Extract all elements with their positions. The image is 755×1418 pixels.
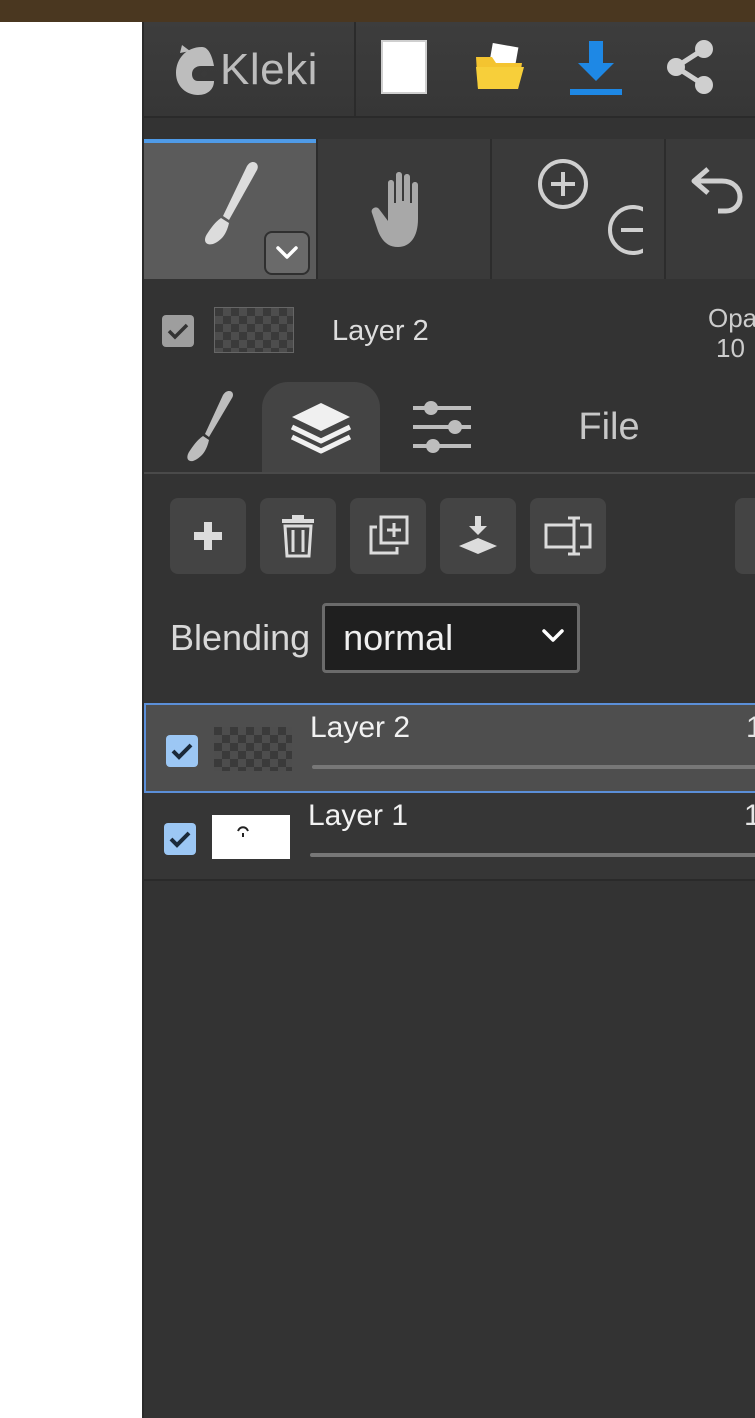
folder-icon bbox=[476, 43, 524, 89]
duplicate-layer-button[interactable] bbox=[350, 498, 426, 574]
chevron-down-icon bbox=[276, 246, 298, 259]
header-separator bbox=[354, 22, 356, 116]
blending-select[interactable]: normal bbox=[322, 603, 581, 673]
current-layer-name: Layer 2 bbox=[332, 315, 429, 347]
layer-opacity-slider[interactable] bbox=[312, 765, 755, 769]
share-button[interactable] bbox=[660, 36, 720, 98]
add-layer-button[interactable] bbox=[170, 498, 246, 574]
undo-icon bbox=[691, 167, 743, 214]
layer-opacity-slider[interactable] bbox=[310, 853, 755, 857]
blending-label: Blending bbox=[170, 617, 311, 658]
tab-file[interactable]: File bbox=[544, 382, 674, 472]
open-file-button[interactable] bbox=[470, 36, 530, 98]
kleki-logo[interactable]: Kleki bbox=[168, 40, 318, 100]
browser-top-strip bbox=[0, 0, 755, 22]
logo-text: Kleki bbox=[220, 45, 318, 94]
layer-name: Layer 1 bbox=[308, 799, 409, 832]
checkmark-icon bbox=[171, 743, 193, 760]
rename-layer-button[interactable] bbox=[530, 498, 606, 574]
plus-icon bbox=[194, 522, 222, 550]
kleki-logo-icon bbox=[176, 45, 214, 95]
drawing-canvas[interactable] bbox=[0, 22, 142, 1418]
layer-visibility-checkbox[interactable] bbox=[164, 823, 196, 855]
layer-opacity-value: 1 bbox=[746, 711, 755, 745]
tab-adjust[interactable] bbox=[392, 382, 492, 472]
current-layer-visibility-checkbox[interactable] bbox=[162, 315, 194, 347]
current-layer-opacity[interactable]: Opa 10 bbox=[708, 303, 755, 363]
sliders-icon bbox=[413, 401, 471, 453]
chevron-down-icon bbox=[542, 629, 564, 642]
current-layer-thumbnail bbox=[214, 307, 294, 353]
tool-row bbox=[144, 139, 755, 279]
checkmark-icon bbox=[169, 831, 191, 848]
undo-button[interactable] bbox=[666, 139, 755, 279]
merge-down-button[interactable] bbox=[440, 498, 516, 574]
brush-tool-icon bbox=[205, 162, 258, 245]
layer-visibility-checkbox[interactable] bbox=[166, 735, 198, 767]
trash-icon bbox=[282, 515, 314, 558]
sketch-mark-icon bbox=[237, 826, 249, 837]
hand-icon bbox=[371, 172, 418, 247]
layer-thumbnail bbox=[214, 727, 292, 771]
delete-layer-button[interactable] bbox=[260, 498, 336, 574]
layer-name: Layer 2 bbox=[310, 711, 411, 744]
brush-icon bbox=[187, 391, 233, 462]
blending-row: Blending normal bbox=[170, 602, 581, 674]
duplicate-icon bbox=[369, 515, 409, 555]
panel-tabs: File bbox=[144, 378, 755, 474]
blending-value: normal bbox=[343, 617, 454, 658]
layer-thumbnail bbox=[212, 815, 290, 859]
layer-opacity-value: 1 bbox=[744, 799, 755, 833]
side-panel: Kleki Layer 2 Opa 10 File Blending norma… bbox=[142, 22, 755, 1418]
hand-tool[interactable] bbox=[318, 139, 490, 279]
brush-dropdown-button[interactable] bbox=[264, 231, 310, 275]
opacity-value: 10 bbox=[716, 333, 745, 363]
share-icon bbox=[667, 40, 713, 94]
layers-icon bbox=[290, 403, 352, 454]
blank-page-icon bbox=[381, 40, 427, 94]
layer-actions bbox=[144, 498, 755, 578]
new-image-button[interactable] bbox=[374, 36, 434, 98]
text-cursor-icon bbox=[544, 516, 592, 556]
current-layer-summary: Layer 2 Opa 10 bbox=[144, 281, 755, 381]
tab-layers[interactable] bbox=[262, 382, 380, 472]
brush-tool[interactable] bbox=[144, 139, 316, 279]
zoom-tool[interactable] bbox=[492, 139, 664, 279]
download-icon bbox=[570, 41, 622, 95]
layer-row-layer-1[interactable]: Layer 1 1 bbox=[144, 793, 755, 881]
more-actions-button[interactable] bbox=[735, 498, 755, 574]
app-header: Kleki bbox=[144, 22, 755, 118]
checkmark-icon bbox=[167, 323, 189, 340]
zoom-in-out-icon bbox=[538, 159, 643, 255]
opacity-label: Opa bbox=[708, 303, 755, 333]
save-download-button[interactable] bbox=[566, 36, 626, 98]
merge-down-icon bbox=[459, 516, 497, 554]
tab-brush[interactable] bbox=[156, 382, 262, 472]
layer-row-layer-2[interactable]: Layer 2 1 bbox=[144, 703, 755, 793]
